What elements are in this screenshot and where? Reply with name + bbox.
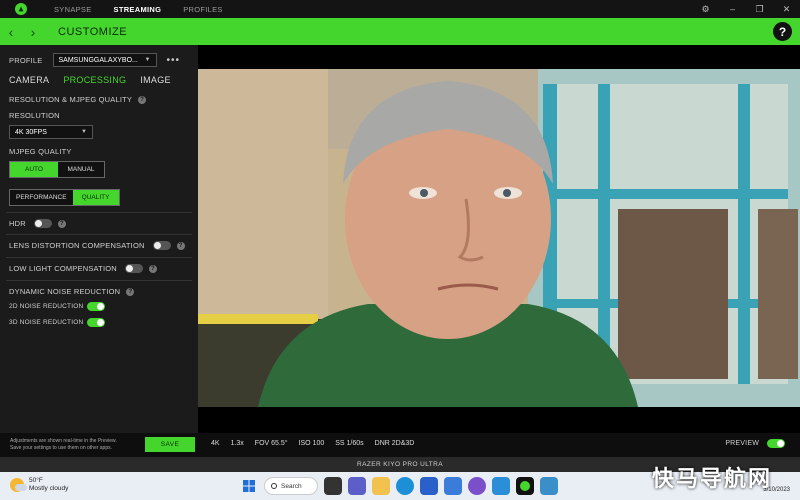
nav-streaming[interactable]: STREAMING (114, 5, 162, 14)
nav-synapse[interactable]: SYNAPSE (54, 5, 92, 14)
info-icon[interactable]: ? (57, 219, 66, 228)
tab-camera[interactable]: CAMERA (9, 75, 49, 85)
razer-logo (10, 0, 32, 18)
page-title: CUSTOMIZE (58, 25, 128, 38)
low-light-toggle[interactable] (124, 264, 143, 273)
photos-app-icon[interactable] (492, 477, 510, 495)
chevron-right-icon[interactable]: › (22, 18, 44, 45)
weather-condition: Mostly cloudy (29, 485, 69, 492)
caret-down-icon: ▼ (144, 57, 151, 63)
low-light-label: LOW LIGHT COMPENSATION (9, 264, 117, 273)
camera-stats: 4K 1.3x FOV 65.5° ISO 100 SS 1/60s DNR 2… (211, 440, 414, 447)
bottom-bar: Adjustments are shown real-time in the P… (0, 433, 800, 457)
nav-profiles[interactable]: PROFILES (183, 5, 223, 14)
settings-panel: PROFILE SAMSUNGGALAXYBO... ▼ ••• CAMERA … (0, 45, 198, 433)
caret-down-icon: ▼ (81, 129, 87, 135)
info-icon[interactable]: ? (148, 264, 157, 273)
app-titlebar: SYNAPSE STREAMING PROFILES ⚙ – ❐ ✕ (0, 0, 800, 18)
maximize-icon[interactable]: ❐ (746, 4, 773, 15)
weather-temperature: 50°F (29, 477, 43, 484)
note-line-2: Save your settings to use them on other … (10, 444, 113, 451)
hdr-label: HDR (9, 219, 26, 228)
weather-widget[interactable]: 50°F Mostly cloudy (10, 477, 68, 493)
dnr-2d-toggle[interactable] (87, 302, 105, 311)
stat-shutter: SS 1/60s (335, 440, 364, 447)
profile-select[interactable]: SAMSUNGGALAXYBO... ▼ (52, 53, 157, 67)
dnr-3d-toggle[interactable] (87, 318, 105, 327)
perf-quality-segment: PERFORMANCE QUALITY (9, 189, 120, 206)
minimize-icon[interactable]: – (719, 4, 746, 14)
media-app-icon[interactable] (468, 477, 486, 495)
divider (6, 212, 192, 213)
search-icon (271, 483, 277, 489)
mjpeg-manual-button[interactable]: MANUAL (58, 162, 104, 177)
close-icon[interactable]: ✕ (773, 4, 800, 15)
watermark-text: 快马导航网 (651, 466, 772, 491)
store-app-icon[interactable] (420, 477, 438, 495)
page-header: ‹ › CUSTOMIZE ? (0, 18, 800, 45)
preview-image (198, 69, 800, 407)
mjpeg-auto-button[interactable]: AUTO (10, 162, 58, 177)
preview-toggle[interactable] (767, 439, 785, 448)
taskbar-search[interactable]: Search (264, 477, 318, 495)
chevron-left-icon[interactable]: ‹ (0, 18, 22, 45)
extra-app-icon[interactable] (540, 477, 558, 495)
divider (6, 280, 192, 281)
lens-distortion-label: LENS DISTORTION COMPENSATION (9, 241, 145, 250)
search-label: Search (281, 482, 302, 490)
save-button[interactable]: SAVE (145, 437, 195, 452)
dnr-3d-label: 3D NOISE REDUCTION (9, 319, 84, 326)
tab-image[interactable]: IMAGE (140, 75, 171, 85)
section-title: RESOLUTION & MJPEG QUALITY (9, 95, 133, 104)
quality-button[interactable]: QUALITY (72, 190, 119, 205)
device-name: RAZER KIYO PRO ULTRA (357, 461, 443, 468)
preview-label: PREVIEW (725, 440, 759, 447)
info-icon[interactable]: ? (138, 95, 147, 104)
file-explorer-icon[interactable] (372, 477, 390, 495)
help-icon[interactable]: ? (773, 22, 792, 41)
info-icon[interactable]: ? (126, 287, 135, 296)
stat-resolution: 4K (211, 440, 220, 447)
mjpeg-segment: AUTO MANUAL (9, 161, 105, 178)
more-options-icon[interactable]: ••• (167, 55, 181, 66)
razer-app-icon[interactable] (516, 477, 534, 495)
mail-app-icon[interactable] (444, 477, 462, 495)
dnr-label: DYNAMIC NOISE REDUCTION (9, 287, 121, 296)
lens-distortion-toggle[interactable] (152, 241, 171, 250)
camera-preview (198, 69, 800, 407)
preview-note: Adjustments are shown real-time in the P… (10, 438, 140, 451)
stat-fov: FOV 65.5° (254, 440, 288, 447)
stat-dnr: DNR 2D&3D (374, 440, 415, 447)
resolution-select[interactable]: 4K 30FPS ▼ (9, 125, 93, 139)
mjpeg-label: MJPEG QUALITY (9, 147, 72, 156)
info-icon[interactable]: ? (176, 241, 185, 250)
performance-button[interactable]: PERFORMANCE (10, 190, 73, 205)
dnr-2d-label: 2D NOISE REDUCTION (9, 303, 84, 310)
resolution-value: 4K 30FPS (15, 128, 47, 136)
profile-value: SAMSUNGGALAXYBO... (58, 56, 138, 64)
stat-iso: ISO 100 (298, 440, 325, 447)
hdr-toggle[interactable] (33, 219, 52, 228)
edge-browser-icon[interactable] (396, 477, 414, 495)
task-view-icon[interactable] (324, 477, 342, 495)
windows-start-icon[interactable] (240, 477, 258, 495)
divider (6, 234, 192, 235)
profile-label: PROFILE (9, 55, 43, 65)
resolution-label: RESOLUTION (9, 111, 60, 120)
tab-processing[interactable]: PROCESSING (63, 75, 126, 85)
chat-app-icon[interactable] (348, 477, 366, 495)
weather-cloud-sun-icon (10, 478, 27, 492)
divider (6, 257, 192, 258)
stat-zoom: 1.3x (230, 440, 244, 447)
settings-gear-icon[interactable]: ⚙ (692, 4, 719, 15)
